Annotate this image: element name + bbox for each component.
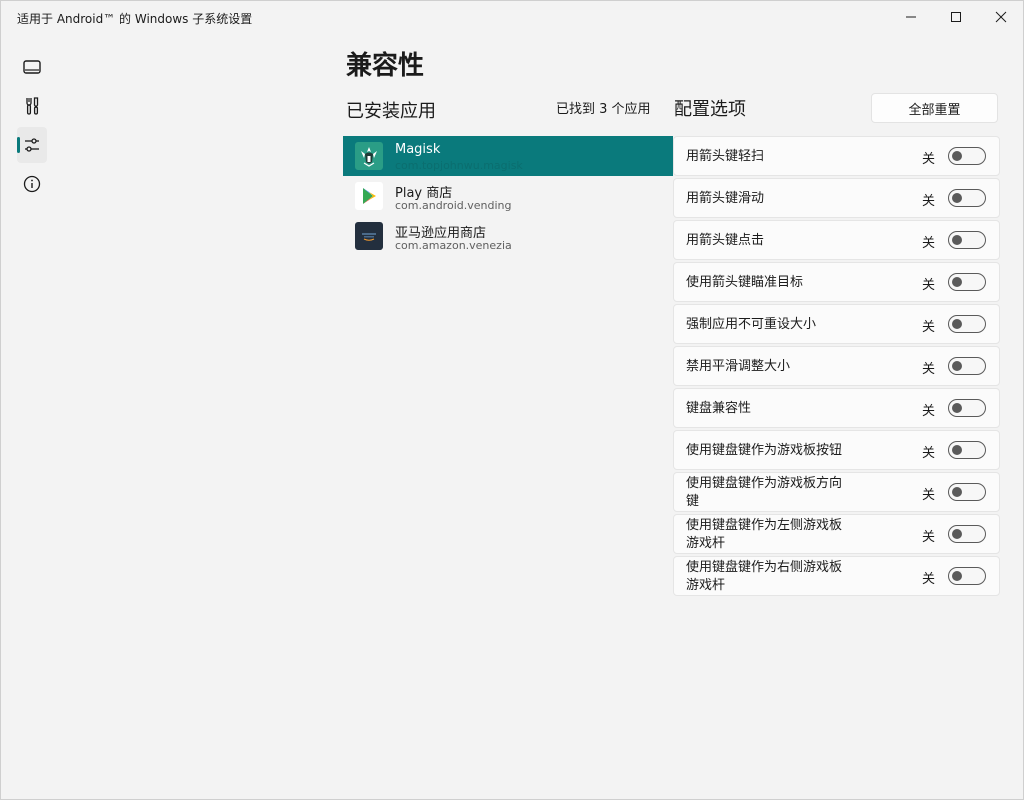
option-label: 用箭头键轻扫 [686,149,765,164]
toggle-knob [952,571,962,581]
option-label: 用箭头键点击 [686,233,765,248]
window-title: 适用于 Android™ 的 Windows 子系统设置 [17,12,253,26]
minimize-button[interactable] [888,1,934,33]
tools-icon [26,97,39,115]
nav-item-display[interactable] [17,49,47,85]
minimize-icon [906,16,916,18]
option-state: 关 [922,361,936,377]
option-state: 关 [922,487,936,503]
option-state: 关 [922,529,936,545]
option-row: 使用箭头键瞄准目标 关 [673,262,1000,302]
title-bar: 适用于 Android™ 的 Windows 子系统设置 [1,1,1023,35]
reset-all-button[interactable]: 全部重置 [871,93,998,123]
option-state: 关 [922,151,936,167]
option-state: 关 [922,403,936,419]
option-state: 关 [922,445,936,461]
found-apps-count: 已找到 3 个应用 [556,102,651,117]
option-label: 键盘兼容性 [686,401,752,416]
option-label: 使用箭头键瞄准目标 [686,275,804,290]
magisk-icon [355,142,383,170]
app-package: com.topjohnwu.magisk [395,159,523,172]
app-item-amazon-appstore[interactable]: 亚马逊应用商店 com.amazon.venezia [343,216,673,256]
page-title: 兼容性 [346,51,425,81]
toggle-knob [952,193,962,203]
toggle-knob [952,277,962,287]
option-row: 禁用平滑调整大小 关 [673,346,1000,386]
close-button[interactable] [978,1,1024,33]
option-toggle[interactable] [948,315,986,333]
app-item-play-store[interactable]: Play 商店 com.android.vending [343,176,673,216]
app-package: com.amazon.venezia [395,239,512,252]
nav-item-about[interactable] [17,166,47,202]
toggle-knob [952,487,962,497]
toggle-knob [952,361,962,371]
option-label: 禁用平滑调整大小 [686,359,791,374]
close-icon [995,11,1007,23]
option-toggle[interactable] [948,231,986,249]
toggle-knob [952,319,962,329]
nav-item-developer[interactable] [17,88,47,124]
option-row: 键盘兼容性 关 [673,388,1000,428]
option-label: 使用键盘键作为左侧游戏板游戏杆 [686,518,843,551]
toggle-knob [952,529,962,539]
option-row: 用箭头键轻扫 关 [673,136,1000,176]
toggle-knob [952,151,962,161]
option-row: 使用键盘键作为游戏板方向键 关 [673,472,1000,512]
option-toggle[interactable] [948,441,986,459]
option-label: 强制应用不可重设大小 [686,317,817,332]
option-toggle[interactable] [948,525,986,543]
option-label: 使用键盘键作为右侧游戏板游戏杆 [686,560,843,593]
config-options-heading: 配置选项 [674,99,746,120]
option-row: 使用键盘键作为右侧游戏板游戏杆 关 [673,556,1000,596]
option-state: 关 [922,277,936,293]
option-toggle[interactable] [948,273,986,291]
option-toggle[interactable] [948,567,986,585]
option-label: 用箭头键滑动 [686,191,765,206]
maximize-button[interactable] [933,1,979,33]
option-toggle[interactable] [948,483,986,501]
option-row: 用箭头键点击 关 [673,220,1000,260]
info-icon [23,175,41,193]
app-item-magisk[interactable]: Magisk com.topjohnwu.magisk [343,136,673,176]
option-toggle[interactable] [948,357,986,375]
option-state: 关 [922,235,936,251]
amazon-appstore-icon [355,222,383,250]
nav-item-compatibility[interactable] [17,127,47,163]
toggle-knob [952,403,962,413]
option-row: 用箭头键滑动 关 [673,178,1000,218]
toggle-knob [952,445,962,455]
option-toggle[interactable] [948,189,986,207]
option-row: 使用键盘键作为左侧游戏板游戏杆 关 [673,514,1000,554]
maximize-icon [951,12,961,22]
option-row: 使用键盘键作为游戏板按钮 关 [673,430,1000,470]
app-name: Magisk [395,142,441,157]
app-package: com.android.vending [395,199,512,212]
option-row: 强制应用不可重设大小 关 [673,304,1000,344]
nav-rail [17,49,47,205]
config-options-list: 用箭头键轻扫 关 用箭头键滑动 关 用箭头键点击 关 使用箭头键瞄准目标 关 强… [673,136,1000,598]
option-label: 使用键盘键作为游戏板方向键 [686,476,843,509]
sliders-icon [25,138,39,152]
option-toggle[interactable] [948,147,986,165]
option-state: 关 [922,571,936,587]
toggle-knob [952,235,962,245]
option-state: 关 [922,193,936,209]
option-state: 关 [922,319,936,335]
app-list: Magisk com.topjohnwu.magisk Play 商店 com.… [343,136,673,256]
option-label: 使用键盘键作为游戏板按钮 [686,443,843,458]
play-store-icon [355,182,383,210]
installed-apps-heading: 已安装应用 [346,101,436,122]
display-icon [23,60,41,74]
option-toggle[interactable] [948,399,986,417]
